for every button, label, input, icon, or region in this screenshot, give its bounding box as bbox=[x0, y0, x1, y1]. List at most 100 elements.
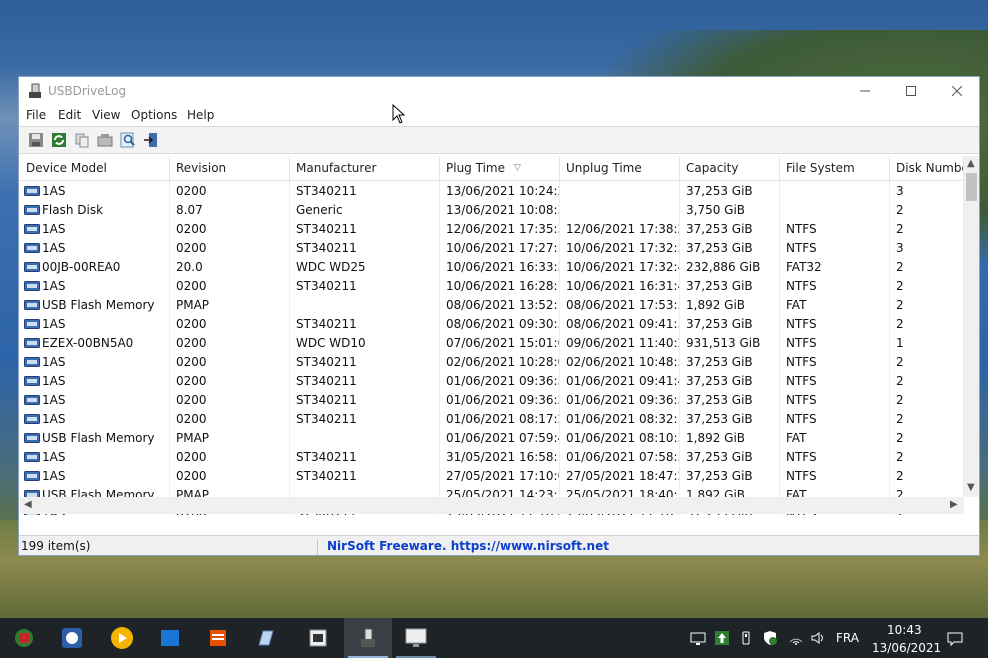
scroll-up-icon[interactable]: ▲ bbox=[967, 158, 975, 169]
properties-icon[interactable] bbox=[97, 132, 113, 148]
menu-view[interactable]: View bbox=[92, 108, 120, 122]
table-cell-revision: 0200 bbox=[170, 371, 290, 390]
maximize-icon bbox=[906, 86, 916, 96]
column-header-disk-number[interactable]: Disk Number bbox=[890, 156, 964, 180]
tray-usb-icon[interactable] bbox=[738, 630, 754, 646]
sticky-notes-icon bbox=[161, 630, 179, 646]
tray-monitor-icon[interactable] bbox=[690, 630, 706, 646]
column-header-file-system[interactable]: File System bbox=[780, 156, 890, 180]
table-cell-disk-number: 2 bbox=[890, 409, 964, 428]
table-cell-plug-time: 07/06/2021 15:01:03 bbox=[440, 333, 560, 352]
table-cell-revision: 0200 bbox=[170, 390, 290, 409]
table-cell-capacity: 3,750 GiB bbox=[680, 200, 780, 219]
table-row[interactable]: 1AS0200ST34021110/06/2021 16:28:1510/06/… bbox=[20, 276, 964, 295]
menu-help[interactable]: Help bbox=[187, 108, 214, 122]
scroll-left-icon[interactable]: ◀ bbox=[24, 499, 32, 510]
table-cell-disk-number: 2 bbox=[890, 219, 964, 238]
table-cell-capacity: 232,886 GiB bbox=[680, 257, 780, 276]
table-cell-file-system bbox=[780, 200, 890, 219]
table-row[interactable]: USB Flash MemoryPMAP 01/06/2021 07:59:410… bbox=[20, 428, 964, 447]
title-bar[interactable]: USBDriveLog bbox=[19, 77, 979, 105]
maximize-button[interactable] bbox=[888, 77, 934, 105]
notifications-icon[interactable] bbox=[947, 631, 963, 647]
scroll-right-icon[interactable]: ▶ bbox=[950, 499, 958, 510]
table-cell-file-system: NTFS bbox=[780, 409, 890, 428]
copy-icon[interactable] bbox=[74, 132, 90, 148]
drive-log-list[interactable]: Device Model Revision Manufacturer Plug … bbox=[20, 156, 979, 515]
taskbar-app-4[interactable] bbox=[146, 618, 194, 658]
table-cell-file-system: NTFS bbox=[780, 314, 890, 333]
notepad-app-icon bbox=[258, 630, 274, 646]
table-cell-revision: 0200 bbox=[170, 219, 290, 238]
save-icon[interactable] bbox=[28, 132, 44, 148]
table-cell-plug-time: 01/06/2021 09:36:51 bbox=[440, 371, 560, 390]
table-row[interactable]: 1AS0200ST34021110/06/2021 17:27:1710/06/… bbox=[20, 238, 964, 257]
table-row[interactable]: 1AS0200ST34021101/06/2021 08:17:2801/06/… bbox=[20, 409, 964, 428]
menu-edit[interactable]: Edit bbox=[58, 108, 81, 122]
horizontal-scrollbar[interactable]: ◀ ▶ bbox=[20, 497, 964, 514]
app-window: USBDriveLog File Edit View Options Help bbox=[18, 76, 980, 556]
tray-clock-time[interactable]: 10:43 bbox=[887, 623, 922, 637]
table-cell-disk-number: 2 bbox=[890, 276, 964, 295]
column-header-revision[interactable]: Revision bbox=[170, 156, 290, 180]
table-row[interactable]: 1AS0200ST34021101/06/2021 09:36:2401/06/… bbox=[20, 390, 964, 409]
table-row[interactable]: 1AS0200ST34021101/06/2021 09:36:5101/06/… bbox=[20, 371, 964, 390]
tray-update-icon[interactable] bbox=[714, 630, 730, 646]
taskbar-app-7[interactable] bbox=[294, 618, 342, 658]
window-title: USBDriveLog bbox=[48, 84, 127, 98]
column-header-plug-time[interactable]: Plug Time ▽ bbox=[440, 156, 560, 180]
refresh-icon[interactable] bbox=[51, 132, 67, 148]
table-row[interactable]: 1AS0200ST34021108/06/2021 09:30:3908/06/… bbox=[20, 314, 964, 333]
usbdrivelog-app-icon bbox=[361, 628, 375, 647]
table-cell-unplug-time: 10/06/2021 17:32:36 bbox=[560, 238, 680, 257]
table-cell-file-system: FAT bbox=[780, 295, 890, 314]
taskbar-app-5[interactable] bbox=[194, 618, 242, 658]
table-cell-unplug-time: 01/06/2021 07:58:59 bbox=[560, 447, 680, 466]
taskbar-app-6[interactable] bbox=[242, 618, 290, 658]
find-icon[interactable] bbox=[120, 132, 136, 148]
table-cell-device-model: 1AS bbox=[20, 371, 170, 390]
table-cell-unplug-time: 01/06/2021 09:41:40 bbox=[560, 371, 680, 390]
table-row[interactable]: 1AS0200ST34021131/05/2021 16:58:1601/06/… bbox=[20, 447, 964, 466]
taskbar-app-3[interactable] bbox=[98, 618, 146, 658]
column-header-device-model[interactable]: Device Model bbox=[20, 156, 170, 180]
table-row[interactable]: 00JB-00REA0 20.0 WDC WD25 10/06/2021 16:33:… bbox=[20, 257, 964, 276]
table-row[interactable]: 1AS0200ST34021112/06/2021 17:35:3312/06/… bbox=[20, 219, 964, 238]
table-row[interactable]: USB Flash MemoryPMAP 08/06/2021 13:52:110… bbox=[20, 295, 964, 314]
column-header-capacity[interactable]: Capacity bbox=[680, 156, 780, 180]
table-row[interactable]: 1AS0200ST34021127/05/2021 17:10:0627/05/… bbox=[20, 466, 964, 485]
table-cell-disk-number: 1 bbox=[890, 333, 964, 352]
table-row[interactable]: EZEX-00BN5A0 0200 WDC WD10 07/06/2021 15:01… bbox=[20, 333, 964, 352]
table-row[interactable]: Flash Disk8.07Generic13/06/2021 10:08:35… bbox=[20, 200, 964, 219]
taskbar-app-1[interactable] bbox=[0, 618, 48, 658]
item-count: 199 item(s) bbox=[21, 539, 318, 555]
tray-volume-icon[interactable] bbox=[810, 630, 826, 646]
table-cell-capacity: 37,253 GiB bbox=[680, 409, 780, 428]
tray-language[interactable]: FRA bbox=[836, 631, 859, 645]
minimize-button[interactable] bbox=[842, 77, 888, 105]
table-cell-manufacturer: WDC WD10 bbox=[290, 333, 440, 352]
table-cell-capacity: 37,253 GiB bbox=[680, 466, 780, 485]
menu-file[interactable]: File bbox=[26, 108, 46, 122]
taskbar-app-8[interactable] bbox=[344, 618, 392, 658]
tray-wifi-icon[interactable] bbox=[788, 630, 804, 646]
column-header-manufacturer[interactable]: Manufacturer bbox=[290, 156, 440, 180]
scroll-down-icon[interactable]: ▼ bbox=[967, 482, 975, 493]
tray-clock-date[interactable]: 13/06/2021 bbox=[872, 641, 941, 655]
close-button[interactable] bbox=[934, 77, 980, 105]
column-header-unplug-time[interactable]: Unplug Time bbox=[560, 156, 680, 180]
table-cell-plug-time: 08/06/2021 13:52:11 bbox=[440, 295, 560, 314]
table-cell-plug-time: 13/06/2021 10:08:35 bbox=[440, 200, 560, 219]
taskbar-app-9[interactable] bbox=[392, 618, 440, 658]
tray-security-icon[interactable] bbox=[762, 630, 778, 646]
table-cell-capacity: 37,253 GiB bbox=[680, 238, 780, 257]
table-row[interactable]: 1AS0200ST34021113/06/2021 10:24:28 37,253… bbox=[20, 181, 964, 200]
taskbar-app-2[interactable] bbox=[48, 618, 96, 658]
table-row[interactable]: 1AS0200ST34021102/06/2021 10:28:0602/06/… bbox=[20, 352, 964, 371]
exit-icon[interactable] bbox=[143, 132, 159, 148]
menu-options[interactable]: Options bbox=[131, 108, 177, 122]
vertical-scroll-thumb[interactable] bbox=[966, 173, 977, 201]
nirsoft-link[interactable]: NirSoft Freeware. https://www.nirsoft.ne… bbox=[327, 539, 609, 553]
table-cell-file-system: NTFS bbox=[780, 466, 890, 485]
vertical-scrollbar[interactable]: ▲ ▼ bbox=[964, 156, 979, 497]
